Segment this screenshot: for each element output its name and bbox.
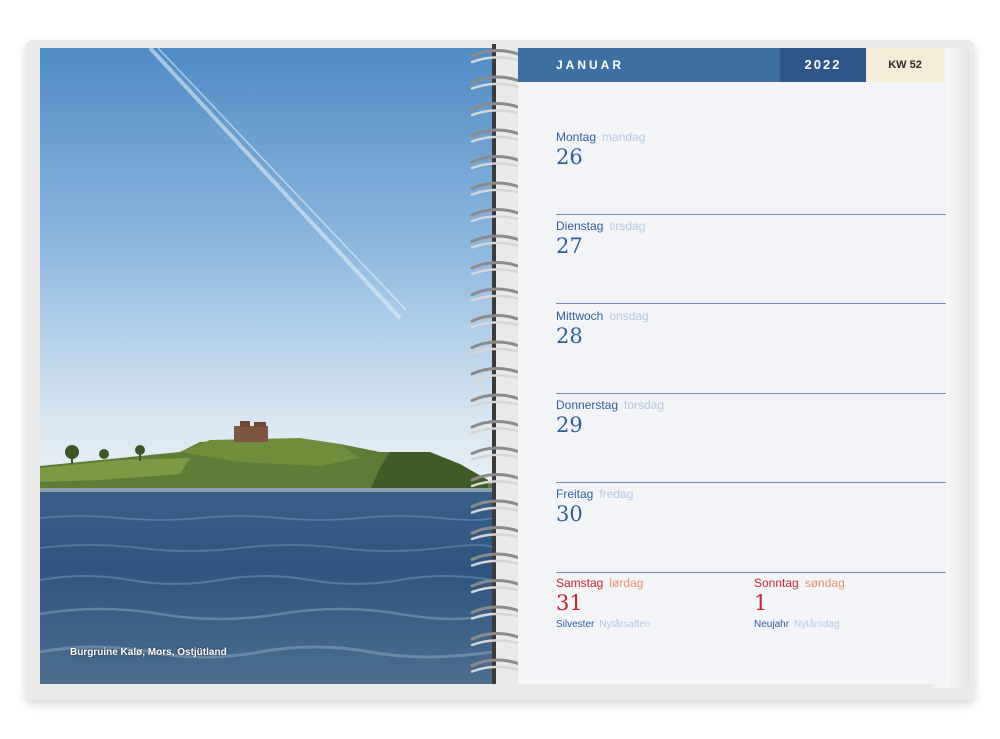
day-date: 31 (556, 591, 583, 615)
month-label: JANUAR (518, 48, 780, 82)
holiday-label-danish: Nytårsdag (794, 619, 840, 630)
day-date: 30 (556, 502, 583, 526)
day-name-danish: torsdag (624, 398, 665, 412)
spiral-binding (470, 44, 520, 684)
year-label: 2022 (780, 48, 866, 82)
day-divider (556, 572, 946, 573)
day-name: Samstag lørdag (556, 576, 644, 590)
day-name-danish: tirsdag (609, 219, 646, 233)
week-number-label: KW 52 (866, 48, 944, 82)
day-date: 29 (556, 413, 583, 437)
holiday-label-danish: Nytårsaften (599, 619, 651, 630)
day-name-danish: søndag (804, 576, 845, 590)
calendar-page: JANUAR 2022 KW 52 Montag mandag 26 Dienst… (518, 48, 946, 684)
day-date: 1 (754, 591, 768, 615)
holiday-label: Neujahr Nytårsdag (754, 619, 840, 630)
day-entry-sunday[interactable]: Sonntag søndag 1 Neujahr Nytårsdag (754, 576, 944, 630)
day-name: Freitag fredag (556, 487, 634, 501)
day-divider (556, 482, 946, 483)
day-entry-tuesday[interactable]: Dienstag tirsdag 27 (556, 219, 946, 258)
day-date: 26 (556, 145, 583, 169)
day-name-danish: lørdag (609, 576, 644, 590)
day-name: Sonntag søndag (754, 576, 845, 590)
day-entry-monday[interactable]: Montag mandag 26 (556, 130, 946, 169)
day-entry-friday[interactable]: Freitag fredag 30 (556, 487, 946, 526)
day-name-danish: onsdag (609, 309, 649, 323)
day-date: 27 (556, 234, 583, 258)
day-name-danish: fredag (599, 487, 634, 501)
day-entry-thursday[interactable]: Donnerstag torsdag 29 (556, 398, 946, 437)
day-divider (556, 303, 946, 304)
day-date: 28 (556, 324, 583, 348)
day-name: Mittwoch onsdag (556, 309, 649, 323)
day-name: Donnerstag torsdag (556, 398, 665, 412)
day-entry-wednesday[interactable]: Mittwoch onsdag 28 (556, 309, 946, 348)
landscape-photo (40, 48, 492, 684)
day-entry-saturday[interactable]: Samstag lørdag 31 Silvester Nytårsaften (556, 576, 746, 630)
photo-page: Burgruine Kalø, Mors, Ostjütland (40, 48, 492, 684)
day-name-danish: mandag (602, 130, 646, 144)
calendar-header: JANUAR 2022 KW 52 (518, 48, 946, 82)
day-name: Montag mandag (556, 130, 646, 144)
holiday-label: Silvester Nytårsaften (556, 619, 651, 630)
day-divider (556, 214, 946, 215)
day-name: Dienstag tirsdag (556, 219, 646, 233)
photo-caption: Burgruine Kalø, Mors, Ostjütland (70, 647, 227, 658)
day-divider (556, 393, 946, 394)
